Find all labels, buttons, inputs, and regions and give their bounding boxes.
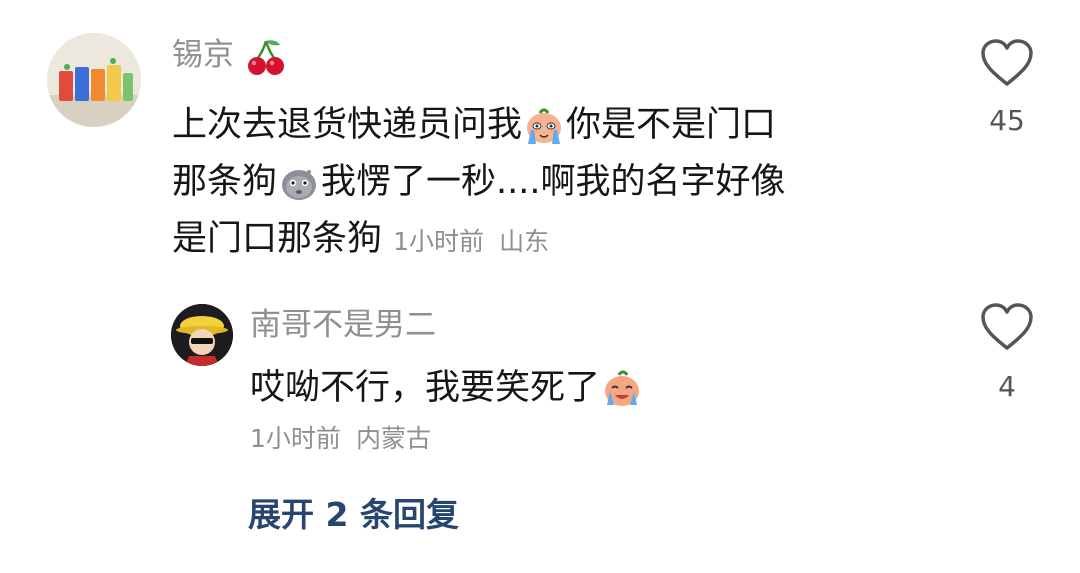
expand-replies-button[interactable]: 展开 2 条回复 [248,492,459,538]
commenter-name[interactable]: 锡京 [172,35,288,77]
replier-avatar[interactable] [171,304,233,366]
like-button[interactable] [980,38,1034,88]
reply-meta: 1小时前 内蒙古 [250,422,431,456]
comment-text-segment: 那条狗 [172,162,278,202]
reply-like-count: 4 [998,370,1016,403]
comment-text-segment: 我愣了一秒....啊我的名字好像 [321,162,786,202]
comment-text-line-3: 是门口那条狗 1小时前 山东 [172,213,549,265]
like-count: 45 [989,104,1025,137]
comment-text-segment: 你是不是门口 [566,105,777,145]
commenter-avatar[interactable] [47,33,141,127]
replier-name[interactable]: 南哥不是男二 [250,305,436,345]
comment-time: 1小时前 [393,227,485,256]
reply-text: 哎呦不行，我要笑死了 [250,362,644,414]
stunned-gray-sticker-icon [279,163,319,203]
comment-text-segment: 是门口那条狗 [172,219,383,259]
laughing-crying-sticker-icon [602,369,642,409]
cherry-icon [246,37,286,77]
comment-text-segment: 上次去退货快递员问我 [172,105,523,145]
heart-icon [981,39,1033,86]
comment-text-line-2: 那条狗 我愣了一秒....啊我的名字好像 [172,156,786,208]
reply-like-button[interactable] [980,302,1034,352]
reply-time: 1小时前 [250,424,341,453]
comment-text-line-1: 上次去退货快递员问我 你是不是门口 [172,99,776,151]
heart-icon [981,303,1033,350]
commenter-name-text[interactable]: 锡京 [172,37,234,73]
reply-text-segment: 哎呦不行，我要笑死了 [250,368,601,408]
reply-location: 内蒙古 [356,424,432,453]
crying-sticker-icon [524,106,564,146]
comment-location: 山东 [499,227,550,256]
